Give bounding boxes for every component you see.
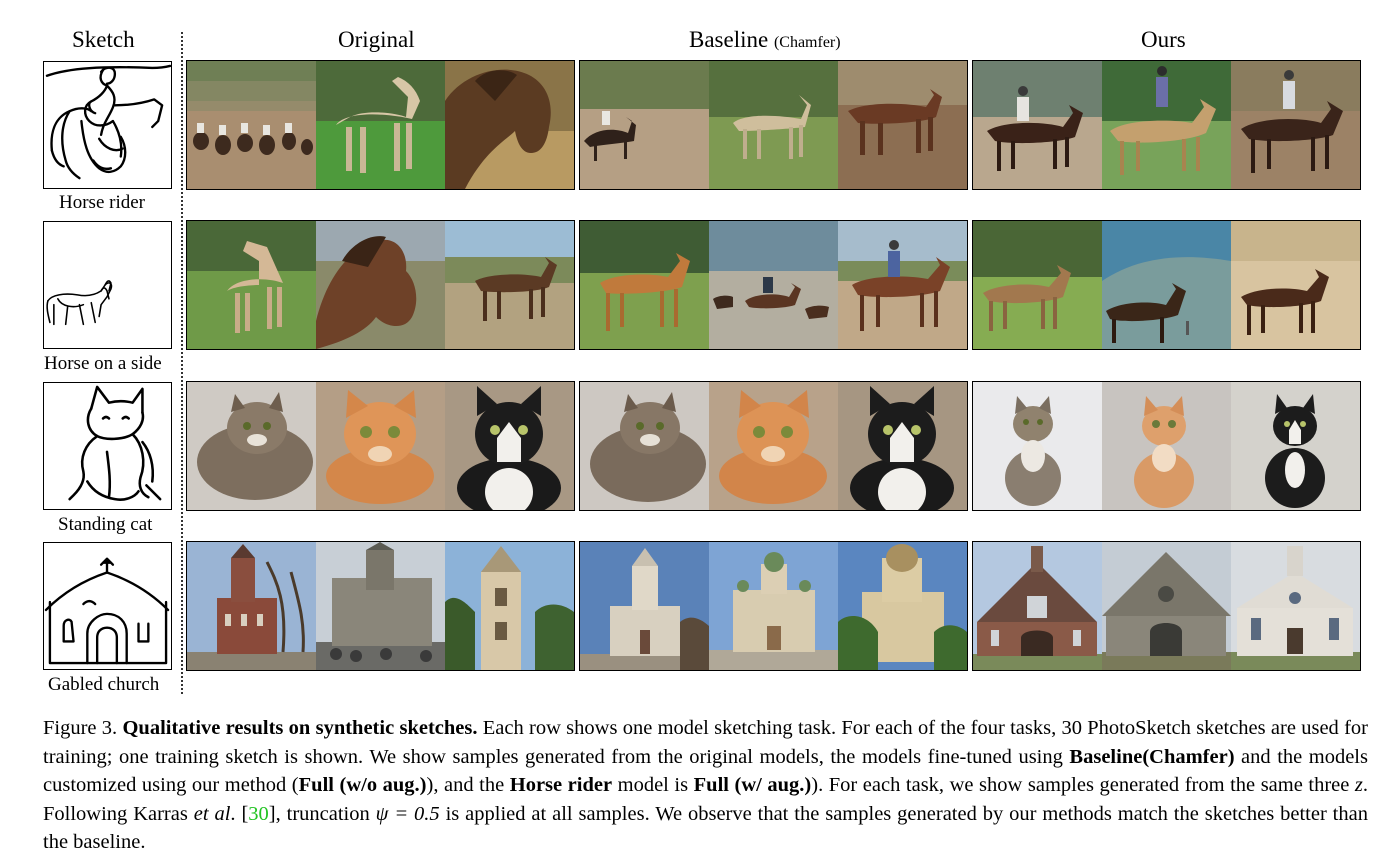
header-original: Original	[338, 27, 415, 52]
caption-text-3: ), and the	[426, 774, 510, 796]
standing-cat-sketch	[43, 382, 172, 510]
horse-rider-sketch	[43, 61, 172, 189]
figure-label: Figure 3.	[43, 717, 118, 739]
baseline-horse-side-3	[838, 221, 967, 349]
baseline-cat-3	[838, 382, 967, 510]
ours-horse-side-1	[973, 221, 1102, 349]
baseline-church-2	[709, 542, 838, 670]
caption-title: Qualitative results on synthetic sketche…	[122, 717, 478, 739]
header-baseline-sub: (Chamfer)	[773, 34, 841, 51]
row-label-standing-cat: Standing cat	[58, 514, 153, 535]
original-cat-2	[316, 382, 445, 510]
citation-link[interactable]: 30	[248, 803, 269, 825]
caption-bold-full-wo-aug: Full (w/o aug.)	[298, 774, 427, 796]
ours-church-3	[1231, 542, 1360, 670]
ours-church-2	[1102, 542, 1231, 670]
original-church-2	[316, 542, 445, 670]
baseline-church-1	[580, 542, 709, 670]
caption-text-8: ], truncation	[268, 802, 376, 825]
header-baseline-main: Baseline	[689, 27, 769, 52]
original-horse-side-2	[316, 221, 445, 349]
horse-side-sketch	[43, 221, 172, 349]
gabled-church-sketch	[43, 542, 172, 670]
ours-horse-rider-1	[973, 61, 1102, 189]
caption-bold-baseline: Baseline(Chamfer)	[1069, 745, 1235, 768]
baseline-horse-rider-3	[838, 61, 967, 189]
ours-horse-rider-3	[1231, 61, 1360, 189]
figure-caption: Figure 3. Qualitative results on synthet…	[43, 714, 1368, 857]
ours-cat-1	[973, 382, 1102, 510]
original-cat-1	[187, 382, 316, 510]
original-horse-side-1	[187, 221, 316, 349]
original-horse-side-3	[445, 221, 574, 349]
baseline-horse-side-2	[709, 221, 838, 349]
original-horse-rider-1	[187, 61, 316, 189]
header-sketch: Sketch	[72, 27, 135, 52]
baseline-horse-side-1	[580, 221, 709, 349]
baseline-church-3	[838, 542, 967, 670]
ours-horse-side-3	[1231, 221, 1360, 349]
row-label-gabled-church: Gabled church	[48, 674, 160, 695]
caption-z: z	[1354, 774, 1363, 796]
baseline-cat-2	[709, 382, 838, 510]
baseline-cat-1	[580, 382, 709, 510]
caption-etal: et al	[193, 802, 231, 825]
ours-cat-3	[1231, 382, 1360, 510]
ours-church-1	[973, 542, 1102, 670]
caption-text-4: model is	[612, 774, 694, 796]
original-horse-rider-3	[445, 61, 574, 189]
baseline-horse-rider-1	[580, 61, 709, 189]
ours-horse-side-2	[1102, 221, 1231, 349]
caption-text-5: ). For each task, we show samples genera…	[811, 774, 1355, 796]
row-label-horse-side: Horse on a side	[44, 353, 162, 374]
original-church-1	[187, 542, 316, 670]
caption-text-7: . [	[230, 802, 249, 825]
caption-bold-horse-rider: Horse rider	[509, 774, 613, 796]
caption-bold-full-w-aug: Full (w/ aug.)	[693, 774, 812, 796]
header-baseline: Baseline (Chamfer)	[689, 27, 841, 53]
row-label-horse-rider: Horse rider	[59, 192, 145, 213]
column-divider	[181, 32, 183, 694]
ours-cat-2	[1102, 382, 1231, 510]
baseline-horse-rider-2	[709, 61, 838, 189]
original-church-3	[445, 542, 574, 670]
header-ours: Ours	[1141, 27, 1186, 52]
caption-psi: ψ = 0.5	[375, 802, 440, 825]
ours-horse-rider-2	[1102, 61, 1231, 189]
original-cat-3	[445, 382, 574, 510]
original-horse-rider-2	[316, 61, 445, 189]
